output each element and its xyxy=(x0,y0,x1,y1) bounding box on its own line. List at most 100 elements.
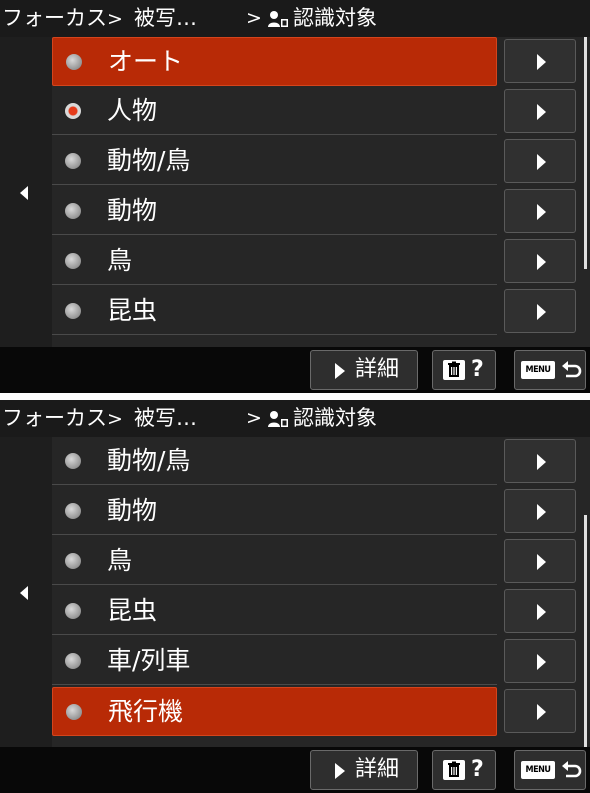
footer-bar: 詳細? MENU xyxy=(0,747,590,793)
radio-button[interactable] xyxy=(65,203,81,219)
list-item-label: 飛行機 xyxy=(108,697,184,726)
detail-label: 詳細 xyxy=(355,357,400,382)
breadcrumb-subsection[interactable]: 被写… xyxy=(134,0,197,37)
submenu-button[interactable] xyxy=(504,239,576,283)
list-item-label: 動物/鳥 xyxy=(107,146,191,175)
trash-icon xyxy=(443,360,465,380)
breadcrumb-section[interactable]: フォーカス> xyxy=(2,0,123,37)
screen-divider xyxy=(0,393,590,400)
menu-screen-top: フォーカス> 被写… > 認識対象 オート 人物 動物/鳥 動物鳥昆虫 詳細? MENU xyxy=(0,0,590,393)
submenu-button[interactable] xyxy=(504,139,576,183)
detail-button[interactable]: 詳細 xyxy=(310,750,418,790)
triangle-left-icon xyxy=(20,186,28,200)
list-item-label: 昆虫 xyxy=(107,296,158,325)
triangle-right-icon xyxy=(537,304,546,320)
triangle-right-icon xyxy=(537,504,546,520)
help-icon: ? xyxy=(471,757,484,782)
radio-button[interactable] xyxy=(65,253,81,269)
list-item[interactable]: 車/列車 xyxy=(52,637,497,685)
submenu-button[interactable] xyxy=(504,439,576,483)
breadcrumb-section-label: フォーカス xyxy=(2,6,107,30)
submenu-button[interactable] xyxy=(504,589,576,633)
list-item[interactable]: 昆虫 xyxy=(52,587,497,635)
left-nav-button[interactable] xyxy=(0,37,52,347)
triangle-left-icon xyxy=(20,586,28,600)
return-arrow-icon xyxy=(561,759,583,785)
submenu-button[interactable] xyxy=(504,689,576,733)
menu-screen-bottom: フォーカス> 被写… > 認識対象 動物/鳥 動物鳥昆虫 車/列車 飛行機 詳細? MENU xyxy=(0,400,590,793)
list-item-label: 動物 xyxy=(107,496,158,525)
triangle-right-icon xyxy=(537,254,546,270)
list-item-label: 鳥 xyxy=(107,546,133,575)
radio-button[interactable] xyxy=(65,153,81,169)
radio-button[interactable] xyxy=(66,54,82,70)
person-icon xyxy=(268,410,288,428)
submenu-button[interactable] xyxy=(504,189,576,233)
submenu-button[interactable] xyxy=(504,39,576,83)
triangle-right-icon xyxy=(537,654,546,670)
list-item-label: 動物/鳥 xyxy=(107,446,191,475)
radio-button[interactable] xyxy=(65,553,81,569)
breadcrumb-section[interactable]: フォーカス> xyxy=(2,400,123,437)
list-item-label: 動物 xyxy=(107,196,158,225)
list-item[interactable]: 昆虫 xyxy=(52,287,497,335)
radio-button[interactable] xyxy=(65,103,81,119)
menu-icon: MENU xyxy=(521,361,555,379)
triangle-right-icon xyxy=(537,104,546,120)
page-title: 認識対象 xyxy=(293,6,377,30)
menu-icon: MENU xyxy=(521,761,555,779)
breadcrumb-separator: > xyxy=(107,408,123,430)
list-item[interactable]: 動物 xyxy=(52,487,497,535)
radio-button[interactable] xyxy=(65,303,81,319)
triangle-right-icon xyxy=(537,704,546,720)
list-item[interactable]: 動物/鳥 xyxy=(52,437,497,485)
submenu-button[interactable] xyxy=(504,639,576,683)
list-item[interactable]: 飛行機 xyxy=(52,687,497,736)
triangle-right-icon xyxy=(537,204,546,220)
play-icon xyxy=(335,763,345,779)
list-item[interactable]: オート xyxy=(52,37,497,86)
triangle-right-icon xyxy=(537,604,546,620)
list-item[interactable]: 人物 xyxy=(52,87,497,135)
list-item-label: オート xyxy=(108,47,184,76)
radio-button[interactable] xyxy=(65,453,81,469)
breadcrumb-separator: > xyxy=(246,7,262,29)
triangle-right-icon xyxy=(537,54,546,70)
radio-button[interactable] xyxy=(65,503,81,519)
list-item-label: 鳥 xyxy=(107,246,133,275)
breadcrumb-section-label: フォーカス xyxy=(2,406,107,430)
detail-button[interactable]: 詳細 xyxy=(310,350,418,390)
breadcrumb-separator: > xyxy=(246,407,262,429)
breadcrumb-subsection[interactable]: 被写… xyxy=(134,400,197,437)
list-item[interactable]: 動物 xyxy=(52,187,497,235)
delete-help-button[interactable]: ? xyxy=(432,750,496,790)
submenu-button[interactable] xyxy=(504,489,576,533)
radio-button[interactable] xyxy=(65,603,81,619)
page-title: 認識対象 xyxy=(293,406,377,430)
submenu-button[interactable] xyxy=(504,539,576,583)
breadcrumb-separator: > xyxy=(107,8,123,30)
delete-help-button[interactable]: ? xyxy=(432,350,496,390)
menu-back-button[interactable]: MENU xyxy=(514,350,586,390)
triangle-right-icon xyxy=(537,454,546,470)
list-item[interactable]: 動物/鳥 xyxy=(52,137,497,185)
triangle-right-icon xyxy=(537,554,546,570)
menu-back-button[interactable]: MENU xyxy=(514,750,586,790)
footer-bar: 詳細? MENU xyxy=(0,347,590,393)
scrollbar[interactable] xyxy=(584,515,587,747)
list-item[interactable]: 鳥 xyxy=(52,537,497,585)
list-item-label: 人物 xyxy=(107,96,158,125)
person-icon xyxy=(268,10,288,28)
left-nav-button[interactable] xyxy=(0,437,52,747)
submenu-button[interactable] xyxy=(504,89,576,133)
radio-button[interactable] xyxy=(65,653,81,669)
list-item[interactable]: 鳥 xyxy=(52,237,497,285)
scrollbar[interactable] xyxy=(584,37,587,269)
trash-icon xyxy=(443,760,465,780)
list-item-label: 昆虫 xyxy=(107,596,158,625)
triangle-right-icon xyxy=(537,154,546,170)
radio-button[interactable] xyxy=(66,704,82,720)
submenu-button[interactable] xyxy=(504,289,576,333)
return-arrow-icon xyxy=(561,359,583,385)
detail-label: 詳細 xyxy=(355,757,400,782)
